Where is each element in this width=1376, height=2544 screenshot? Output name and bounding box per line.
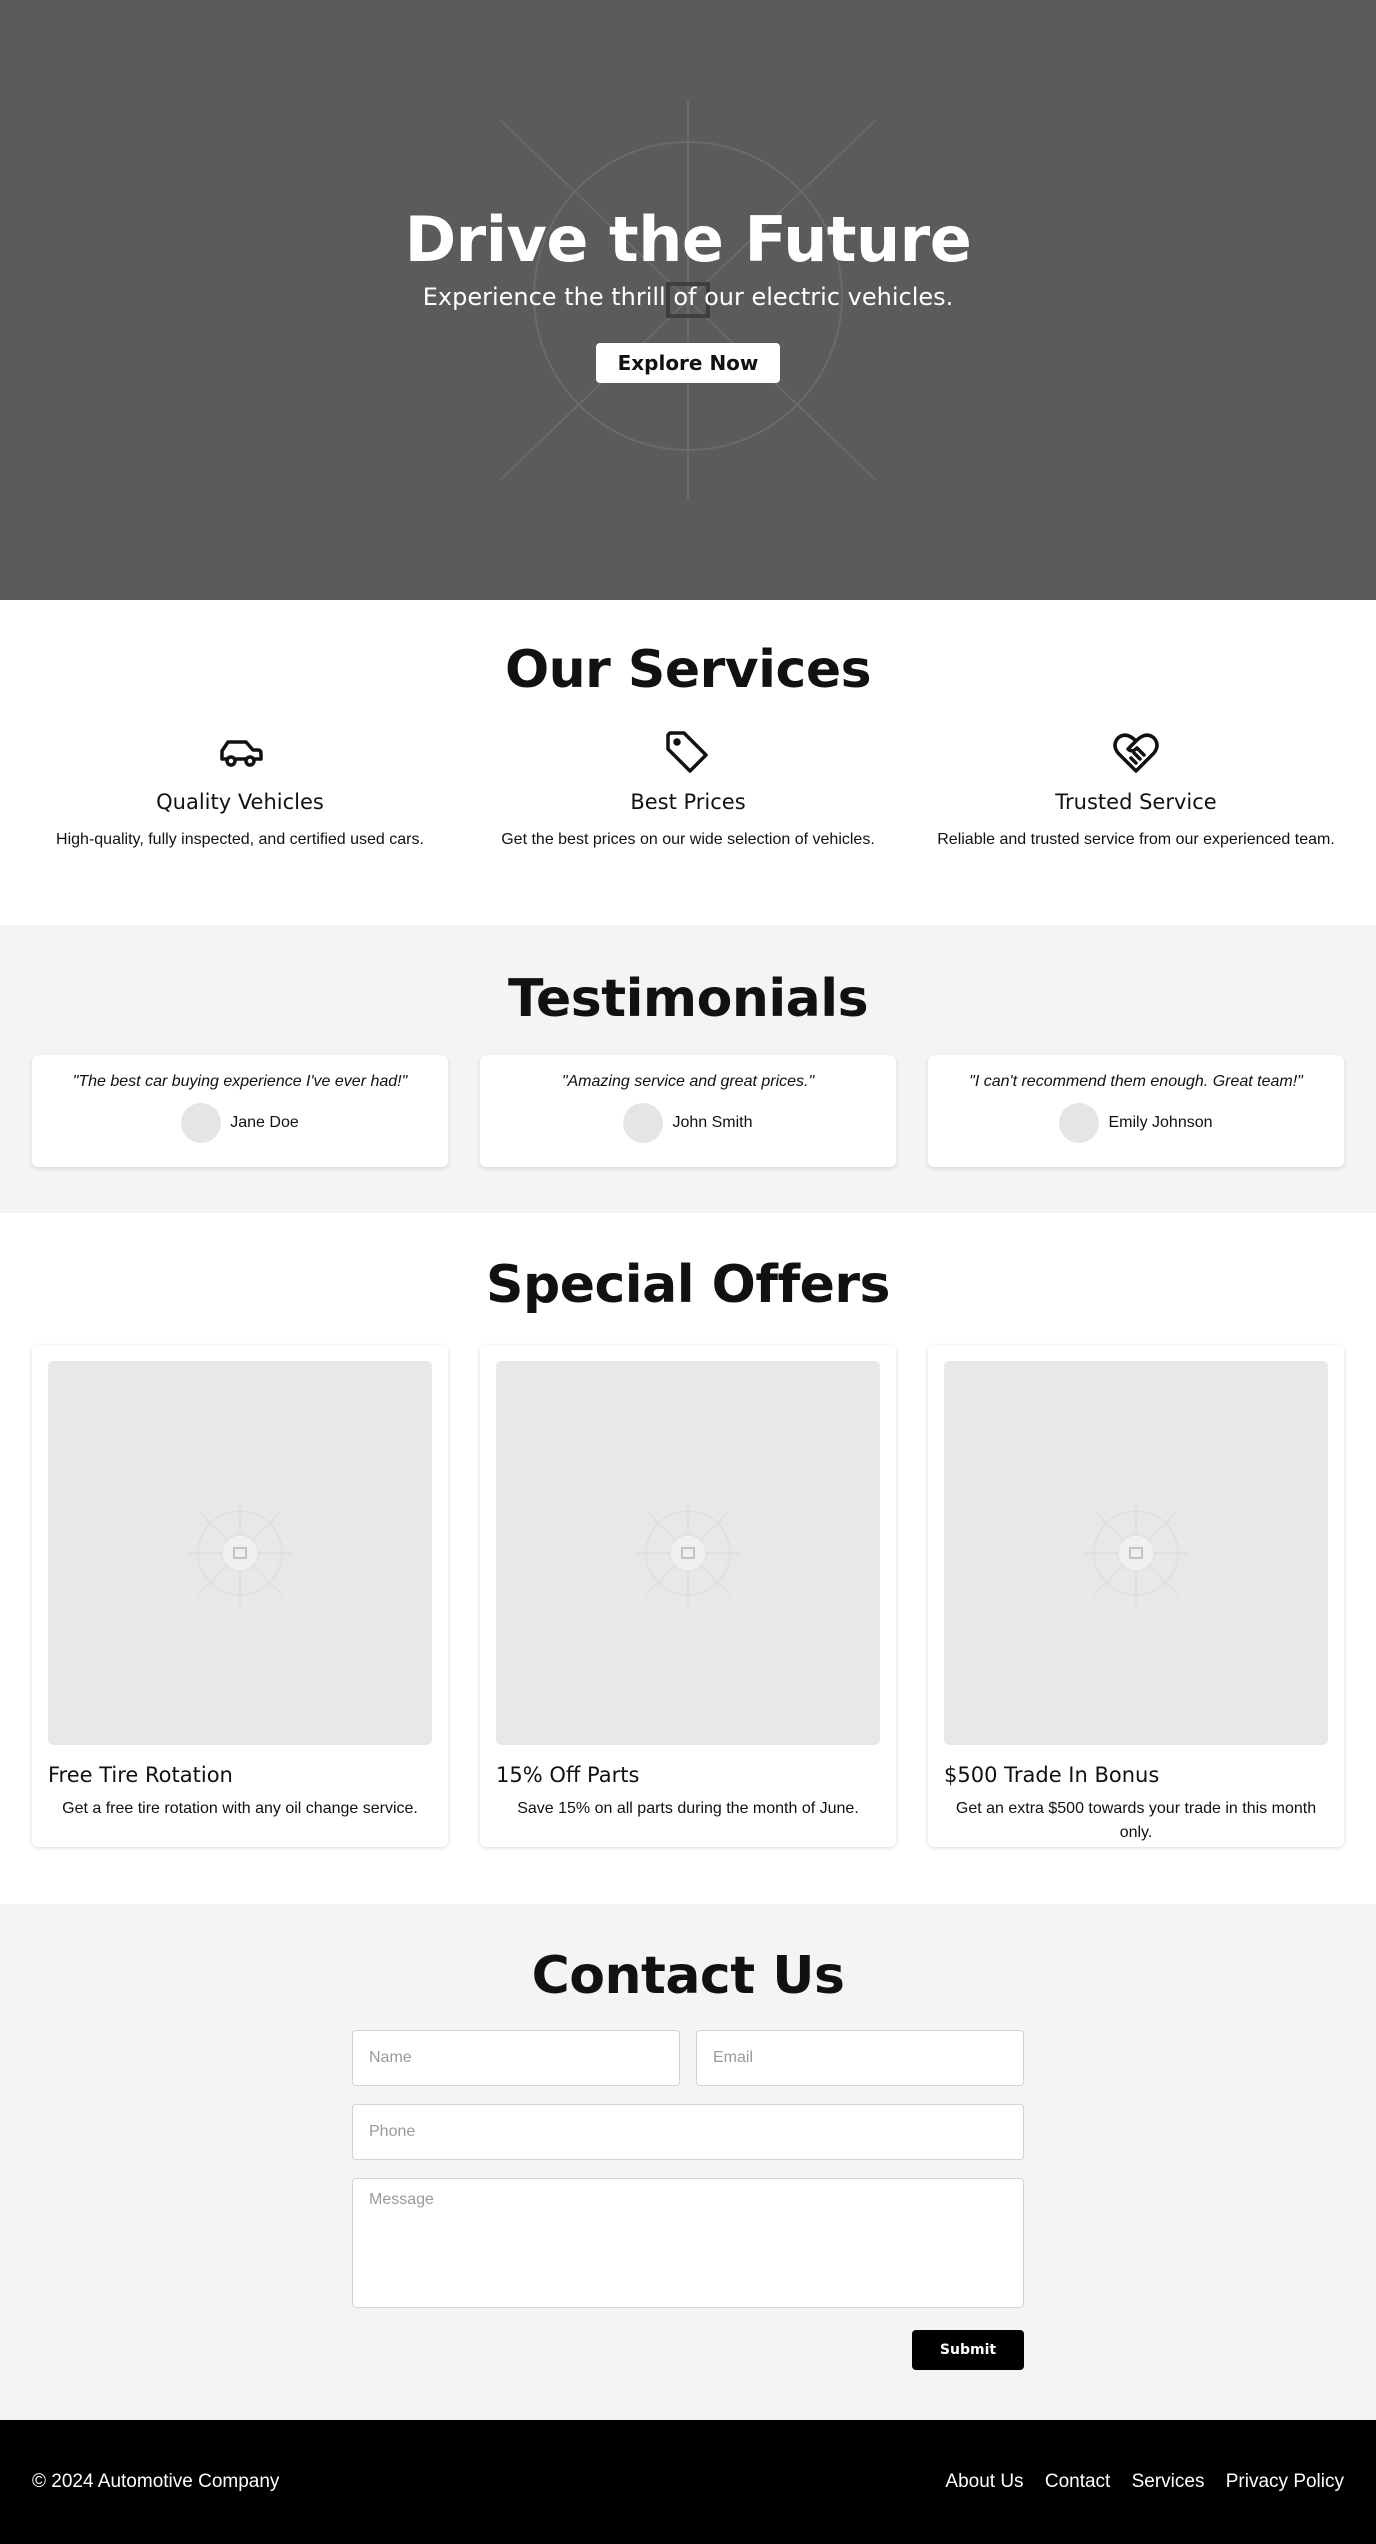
testimonial-author: Emily Johnson: [1108, 1114, 1213, 1131]
phone-field[interactable]: Phone: [352, 2104, 1024, 2160]
offer-text: Get an extra $500 towards your trade in …: [955, 1800, 1317, 1841]
submit-button[interactable]: Submit: [912, 2330, 1024, 2370]
copyright: © 2024 Automotive Company: [32, 2471, 280, 2492]
testimonial-author: John Smith: [672, 1114, 753, 1131]
testimonial-card: "I can't recommend them enough. Great te…: [928, 1055, 1344, 1167]
avatar: [623, 1103, 664, 1143]
service-title: Best Prices: [630, 790, 746, 814]
services-title: Our Services: [504, 640, 872, 700]
offer-title: $500 Trade In Bonus: [944, 1763, 1160, 1787]
offer-image-placeholder: [944, 1361, 1328, 1745]
footer-link-contact[interactable]: Contact: [1045, 2471, 1110, 2492]
offer-card: 15% Off Parts Save 15% on all parts duri…: [480, 1345, 896, 1847]
services-section: Our Services Quality Vehicles High-quali…: [0, 600, 1376, 925]
footer-link-privacy[interactable]: Privacy Policy: [1226, 2471, 1344, 2492]
contact-title: Contact Us: [531, 1946, 845, 2006]
testimonial-quote: "The best car buying experience I've eve…: [72, 1073, 408, 1090]
email-field[interactable]: Email: [696, 2030, 1024, 2086]
car-icon: [32, 728, 448, 778]
offers-section: Special Offers Free Tire Rotation Get a …: [0, 1213, 1376, 1904]
footer-link-services[interactable]: Services: [1132, 2471, 1205, 2492]
message-field[interactable]: Message: [352, 2178, 1024, 2308]
offer-image-placeholder: [48, 1361, 432, 1745]
service-text: Reliable and trusted service from our ex…: [937, 831, 1335, 848]
heart-handshake-icon: [928, 728, 1344, 778]
testimonial-quote: "I can't recommend them enough. Great te…: [969, 1073, 1303, 1090]
offers-title: Special Offers: [486, 1255, 890, 1315]
service-card: Best Prices Get the best prices on our w…: [480, 728, 896, 852]
offer-text: Get a free tire rotation with any oil ch…: [62, 1800, 418, 1817]
footer-link-about[interactable]: About Us: [945, 2471, 1023, 2492]
name-field[interactable]: Name: [352, 2030, 680, 2086]
testimonial-quote: "Amazing service and great prices.": [561, 1073, 815, 1090]
testimonial-card: "Amazing service and great prices." John…: [480, 1055, 896, 1167]
hero-section: Drive the Future Experience the thrill o…: [0, 0, 1376, 600]
testimonials-section: Testimonials "The best car buying experi…: [0, 925, 1376, 1213]
testimonials-title: Testimonials: [507, 969, 869, 1029]
offer-text: Save 15% on all parts during the month o…: [517, 1800, 859, 1817]
service-card: Quality Vehicles High-quality, fully ins…: [32, 728, 448, 852]
testimonial-card: "The best car buying experience I've eve…: [32, 1055, 448, 1167]
contact-form: Name Email Phone Message Submit: [352, 2030, 1024, 2370]
tag-icon: [480, 728, 896, 778]
service-text: Get the best prices on our wide selectio…: [501, 831, 875, 848]
offer-title: Free Tire Rotation: [48, 1763, 233, 1787]
service-card: Trusted Service Reliable and trusted ser…: [928, 728, 1344, 852]
service-text: High-quality, fully inspected, and certi…: [56, 831, 424, 848]
avatar: [1059, 1103, 1100, 1143]
footer: © 2024 Automotive Company About Us Conta…: [0, 2420, 1376, 2544]
footer-nav: About Us Contact Services Privacy Policy: [929, 2471, 1344, 2493]
service-title: Trusted Service: [1055, 790, 1217, 814]
hero-title: Drive the Future: [404, 203, 972, 276]
hero-subtitle: Experience the thrill of our electric ve…: [422, 283, 954, 311]
offer-image-placeholder: [496, 1361, 880, 1745]
offer-card: Free Tire Rotation Get a free tire rotat…: [32, 1345, 448, 1847]
testimonial-author: Jane Doe: [230, 1114, 299, 1131]
service-title: Quality Vehicles: [156, 790, 324, 814]
contact-section: Contact Us Name Email Phone Message Subm…: [0, 1904, 1376, 2420]
offer-card: $500 Trade In Bonus Get an extra $500 to…: [928, 1345, 1344, 1847]
avatar: [181, 1103, 222, 1143]
explore-now-button[interactable]: Explore Now: [596, 343, 780, 383]
offer-title: 15% Off Parts: [496, 1763, 640, 1787]
